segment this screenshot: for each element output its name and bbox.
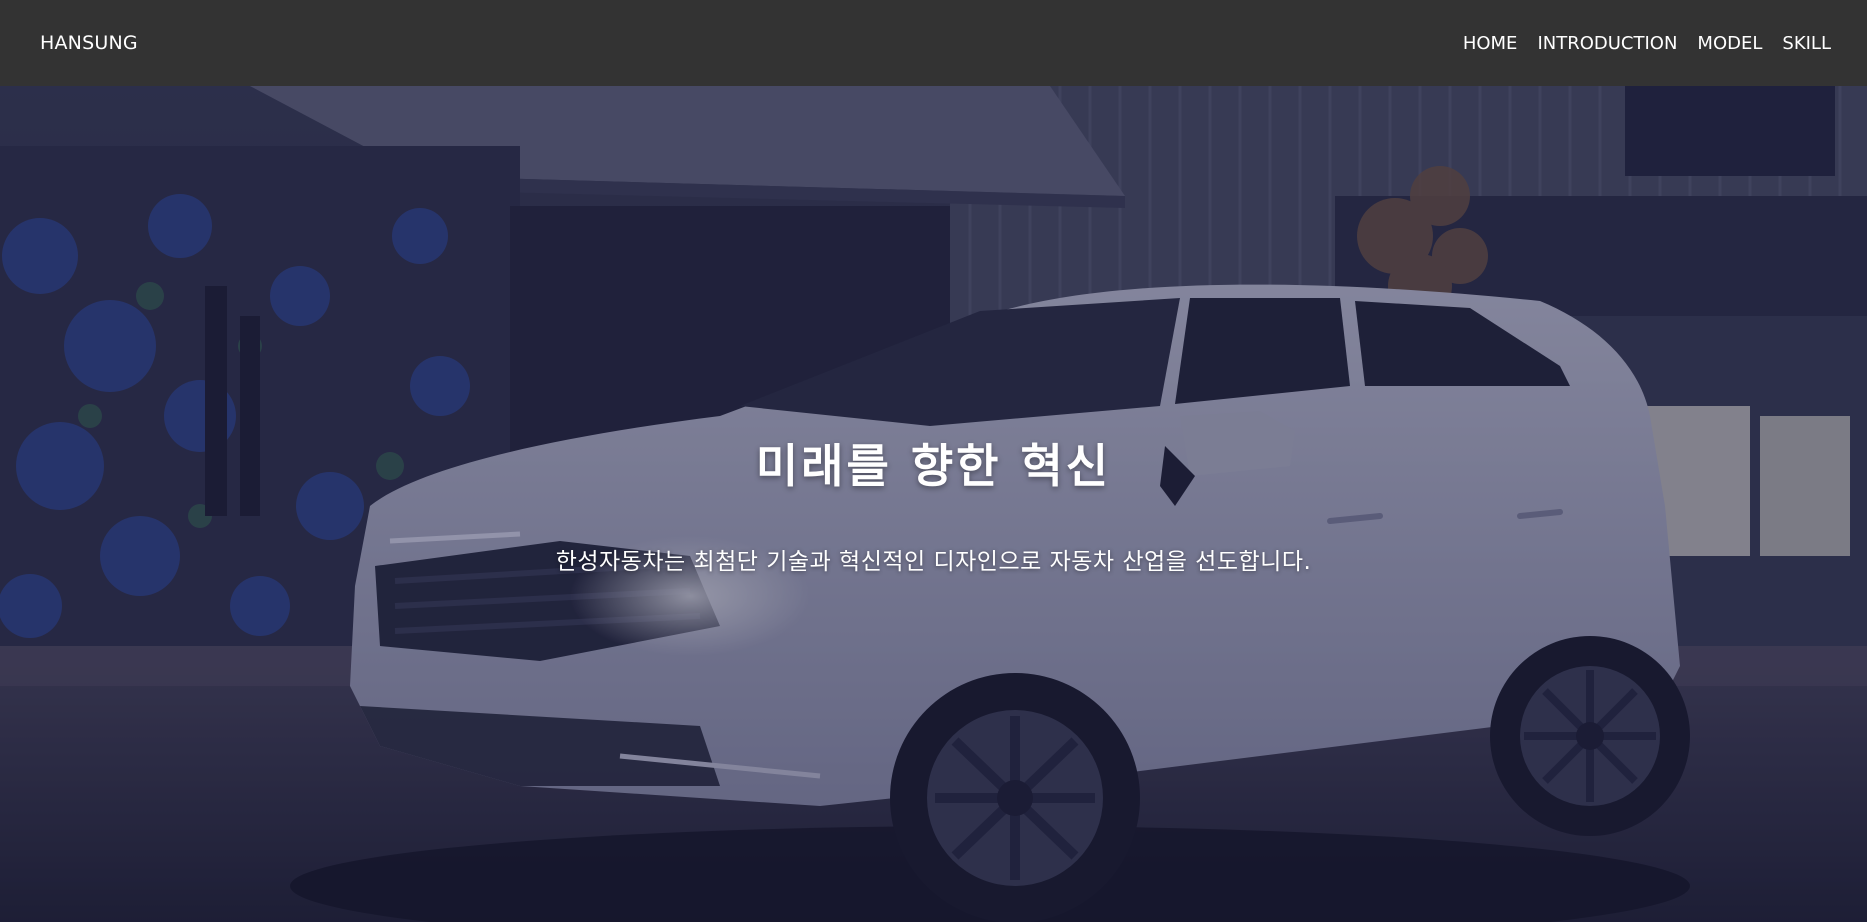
hero-subtitle: 한성자동차는 최첨단 기술과 혁신적인 디자인으로 자동차 산업을 선도합니다. [555,549,1312,575]
nav-item-home: HOME [1463,33,1518,54]
nav-item-introduction: INTRODUCTION [1537,33,1677,54]
nav-link-home[interactable]: HOME [1463,33,1518,54]
nav-item-skill: SKILL [1782,33,1831,54]
nav-link-model[interactable]: MODEL [1697,33,1762,54]
nav-item-model: MODEL [1697,33,1762,54]
hero-title: 미래를 향한 혁신 [755,439,1112,493]
nav-menu: HOME INTRODUCTION MODEL SKILL [1463,33,1831,54]
hero-dark-overlay [0,86,1867,922]
brand-logo[interactable]: HANSUNG [40,32,138,54]
top-navbar: HANSUNG HOME INTRODUCTION MODEL SKILL [0,0,1867,86]
nav-link-skill[interactable]: SKILL [1782,33,1831,54]
hero-section: 미래를 향한 혁신 한성자동차는 최첨단 기술과 혁신적인 디자인으로 자동차 … [0,86,1867,922]
nav-link-introduction[interactable]: INTRODUCTION [1537,33,1677,54]
